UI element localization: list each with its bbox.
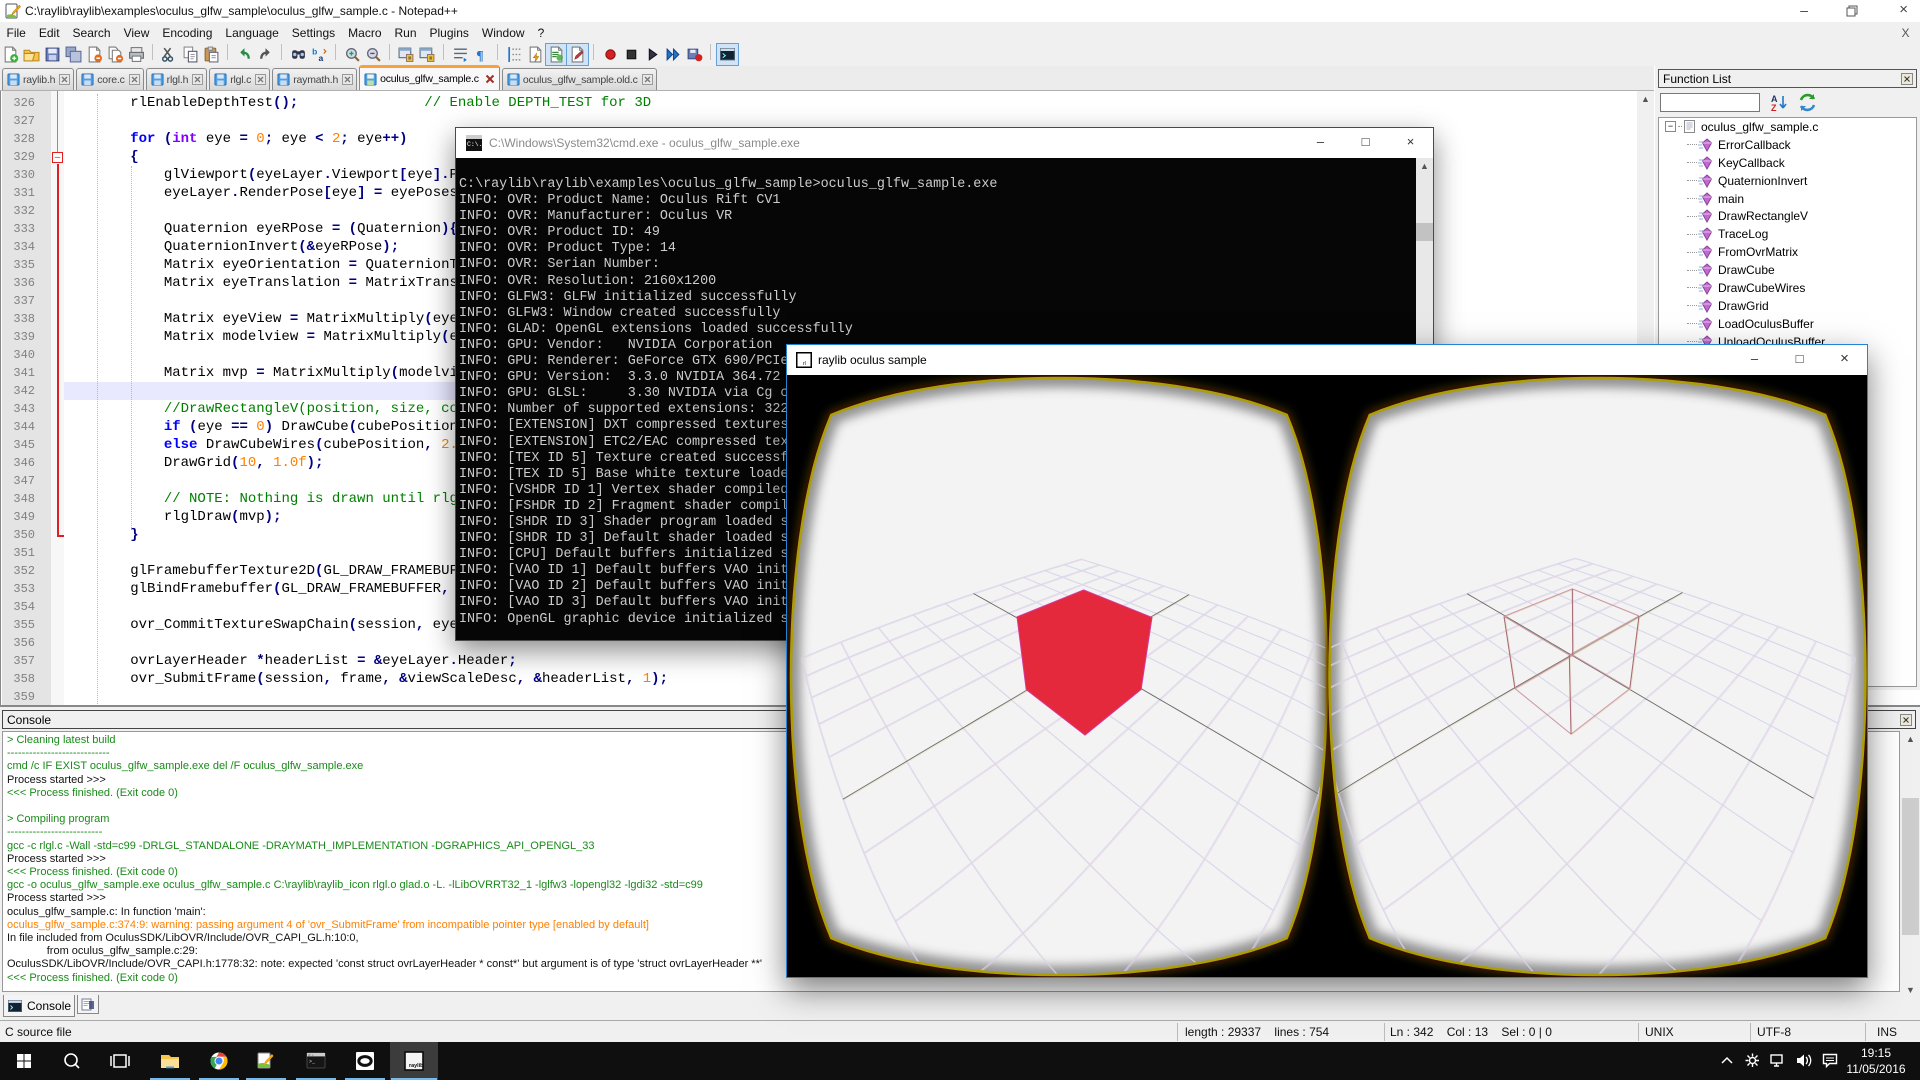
svg-text:C:\.: C:\. <box>309 1053 315 1057</box>
svg-text:raylib: raylib <box>409 1063 424 1069</box>
svg-text:C:\.: C:\. <box>467 141 482 148</box>
svg-text:b: b <box>312 47 317 57</box>
svg-text:Z: Z <box>1771 103 1777 113</box>
svg-text:>_: >_ <box>309 1059 316 1065</box>
svg-text:rl: rl <box>803 361 806 367</box>
svg-text:¶: ¶ <box>476 48 483 63</box>
svg-text:a: a <box>318 53 323 63</box>
